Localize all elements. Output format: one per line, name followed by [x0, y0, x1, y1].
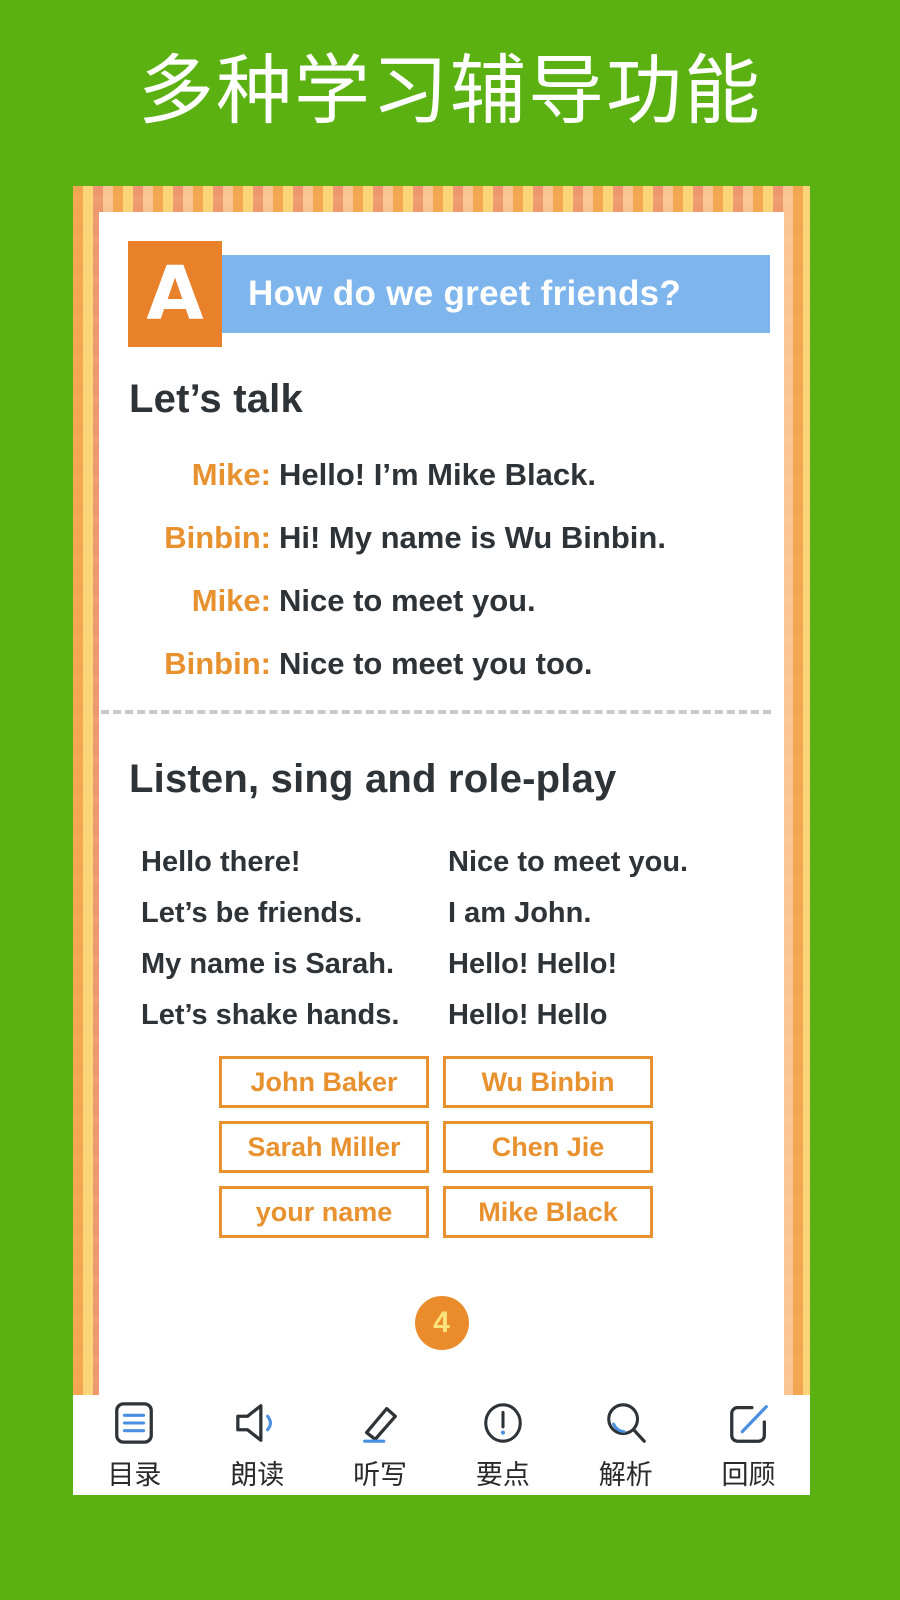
song-line: Hello there!	[141, 846, 301, 878]
edit-square-icon	[726, 1399, 772, 1447]
toolbar-item-read-aloud[interactable]: 朗读	[202, 1399, 312, 1492]
toolbar-label: 解析	[598, 1459, 653, 1491]
song-line: Let’s shake hands.	[141, 999, 400, 1031]
song-line: I am John.	[448, 897, 592, 929]
book-card-plaid-frame: A How do we greet friends? Let’s talk Mi…	[73, 186, 810, 1495]
song-line: Nice to meet you.	[448, 846, 689, 878]
page-number-badge: 4	[414, 1296, 469, 1350]
exclamation-circle-icon	[480, 1399, 526, 1447]
name-chip[interactable]: Chen Jie	[443, 1121, 653, 1173]
name-chip[interactable]: Mike Black	[443, 1186, 653, 1238]
name-chip[interactable]: Wu Binbin	[443, 1056, 653, 1108]
toolbar-item-contents[interactable]: 目录	[79, 1399, 189, 1492]
name-chip[interactable]: your name	[219, 1186, 429, 1238]
toolbar-label: 要点	[475, 1459, 530, 1491]
dialogue-speaker: Binbin:	[164, 520, 271, 555]
dialogue-list: Mike: Hello! I’m Mike Black. Binbin: Hi!…	[129, 457, 784, 709]
page-sheet: A How do we greet friends? Let’s talk Mi…	[99, 212, 784, 1469]
song-lyrics-grid: Hello there! Nice to meet you. Let’s be …	[141, 845, 761, 1032]
name-chip[interactable]: Sarah Miller	[219, 1121, 429, 1173]
toolbar-label: 回顾	[721, 1459, 776, 1491]
name-chip-grid: John Baker Wu Binbin Sarah Miller Chen J…	[219, 1056, 653, 1238]
song-line: My name is Sarah.	[141, 948, 395, 980]
dialogue-line: Mike: Hello! I’m Mike Black.	[129, 457, 784, 493]
toolbar-item-review[interactable]: 回顾	[694, 1399, 804, 1492]
magnifier-icon	[603, 1399, 649, 1447]
section-divider	[101, 710, 771, 714]
song-line: Hello! Hello!	[448, 948, 618, 980]
dialogue-line: Binbin: Nice to meet you too.	[129, 646, 784, 682]
section-header: A How do we greet friends?	[128, 241, 770, 347]
toolbar-label: 听写	[353, 1459, 408, 1491]
contents-icon	[111, 1399, 157, 1447]
dialogue-speaker: Binbin:	[164, 646, 271, 681]
dialogue-text: Hi! My name is Wu Binbin.	[279, 520, 666, 555]
page-title: 多种学习辅导功能	[138, 46, 762, 135]
dialogue-text: Nice to meet you.	[279, 583, 536, 618]
toolbar-item-dictation[interactable]: 听写	[325, 1399, 435, 1492]
pencil-icon	[357, 1399, 403, 1447]
song-line: Hello! Hello	[448, 999, 608, 1031]
dialogue-speaker: Mike:	[191, 457, 271, 492]
toolbar-item-analysis[interactable]: 解析	[571, 1399, 681, 1492]
dialogue-text: Hello! I’m Mike Black.	[279, 457, 596, 492]
dialogue-line: Mike: Nice to meet you.	[129, 583, 784, 619]
song-line: Let’s be friends.	[141, 897, 363, 929]
toolbar-label: 目录	[107, 1459, 162, 1491]
toolbar-label: 朗读	[230, 1459, 285, 1491]
dialogue-speaker: Mike:	[191, 583, 271, 618]
lets-talk-heading: Let’s talk	[129, 377, 303, 421]
section-title-bar: How do we greet friends?	[222, 255, 770, 333]
speaker-icon	[232, 1399, 282, 1447]
bottom-toolbar: 目录 朗读 听写 要点 解析 回顾	[73, 1395, 810, 1495]
dialogue-line: Binbin: Hi! My name is Wu Binbin.	[129, 520, 784, 556]
name-chip[interactable]: John Baker	[219, 1056, 429, 1108]
dialogue-text: Nice to meet you too.	[279, 646, 593, 681]
section-letter-badge: A	[128, 241, 222, 347]
toolbar-item-key-points[interactable]: 要点	[448, 1399, 558, 1492]
roleplay-heading: Listen, sing and role-play	[129, 757, 617, 801]
